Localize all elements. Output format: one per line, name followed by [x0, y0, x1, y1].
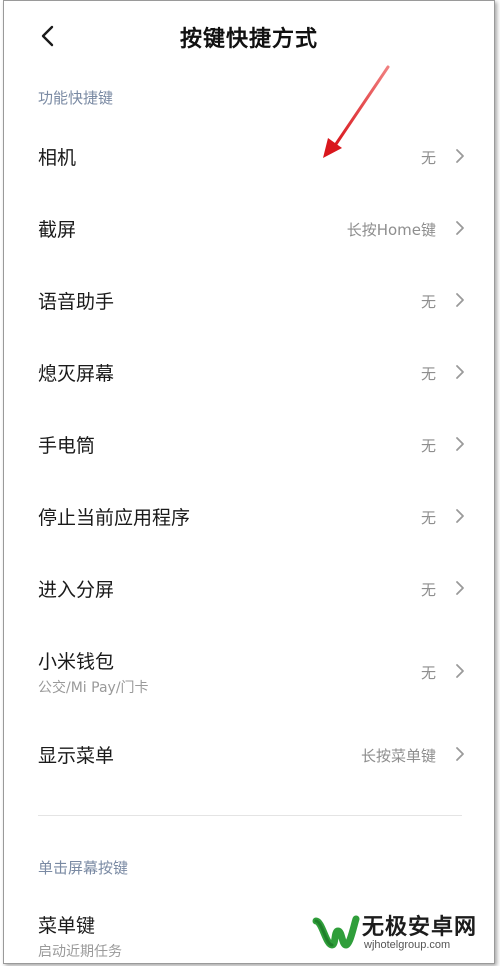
item-label: 手电筒 [38, 435, 96, 457]
list-item-screenshot[interactable]: 截屏 长按Home键 [4, 191, 494, 263]
item-sublabel: 启动近期任务 [38, 944, 122, 960]
list-item-split-screen[interactable]: 进入分屏 无 [4, 551, 494, 623]
watermark-logo-icon [312, 915, 360, 949]
page-title: 按键快捷方式 [179, 27, 318, 52]
item-label: 进入分屏 [38, 579, 115, 601]
section-divider [38, 815, 462, 816]
item-value: 无 [420, 437, 436, 455]
chevron-right-icon [456, 221, 464, 235]
item-label: 相机 [38, 147, 77, 169]
list-item-camera[interactable]: 相机 无 [4, 119, 494, 191]
list-item-screen-off[interactable]: 熄灭屏幕 无 [4, 335, 494, 407]
item-value: 长按菜单键 [360, 747, 436, 765]
item-value: 无 [420, 293, 436, 311]
item-label: 语音助手 [38, 291, 115, 313]
item-value: 无 [420, 509, 436, 527]
item-sublabel: 公交/Mi Pay/门卡 [38, 680, 149, 696]
chevron-right-icon [456, 149, 464, 163]
item-value: 无 [420, 664, 436, 682]
list-item-stop-current-app[interactable]: 停止当前应用程序 无 [4, 479, 494, 551]
item-label: 熄灭屏幕 [38, 363, 115, 385]
chevron-right-icon [456, 437, 464, 451]
chevron-right-icon [456, 293, 464, 307]
item-value: 无 [420, 365, 436, 383]
list-item-mi-wallet[interactable]: 小米钱包 公交/Mi Pay/门卡 无 [4, 633, 494, 713]
chevron-right-icon [456, 365, 464, 379]
chevron-right-icon [456, 747, 464, 761]
header: 按键快捷方式 [4, 1, 494, 73]
watermark: 无极安卓网 wjhotelgroup.com [304, 903, 494, 963]
watermark-url: wjhotelgroup.com [364, 939, 451, 951]
item-label: 停止当前应用程序 [38, 507, 191, 529]
chevron-right-icon [456, 509, 464, 523]
settings-screen: 按键快捷方式 功能快捷键 相机 无 截屏 长按Home键 语音助手 无 熄灭屏幕… [3, 0, 495, 964]
item-label: 截屏 [38, 219, 77, 241]
item-value: 无 [420, 581, 436, 599]
item-value: 长按Home键 [346, 221, 436, 239]
item-label: 小米钱包 [38, 651, 115, 673]
item-label: 显示菜单 [38, 745, 115, 767]
chevron-right-icon [456, 664, 464, 678]
list-item-flashlight[interactable]: 手电筒 无 [4, 407, 494, 479]
section-label-function-shortcuts: 功能快捷键 [38, 89, 114, 107]
item-label: 菜单键 [38, 915, 96, 937]
watermark-text: 无极安卓网 [362, 915, 478, 940]
list-item-voice-assistant[interactable]: 语音助手 无 [4, 263, 494, 335]
section-label-screen-buttons: 单击屏幕按键 [38, 859, 129, 877]
item-value: 无 [420, 149, 436, 167]
chevron-right-icon [456, 581, 464, 595]
list-item-show-menu[interactable]: 显示菜单 长按菜单键 [4, 717, 494, 789]
